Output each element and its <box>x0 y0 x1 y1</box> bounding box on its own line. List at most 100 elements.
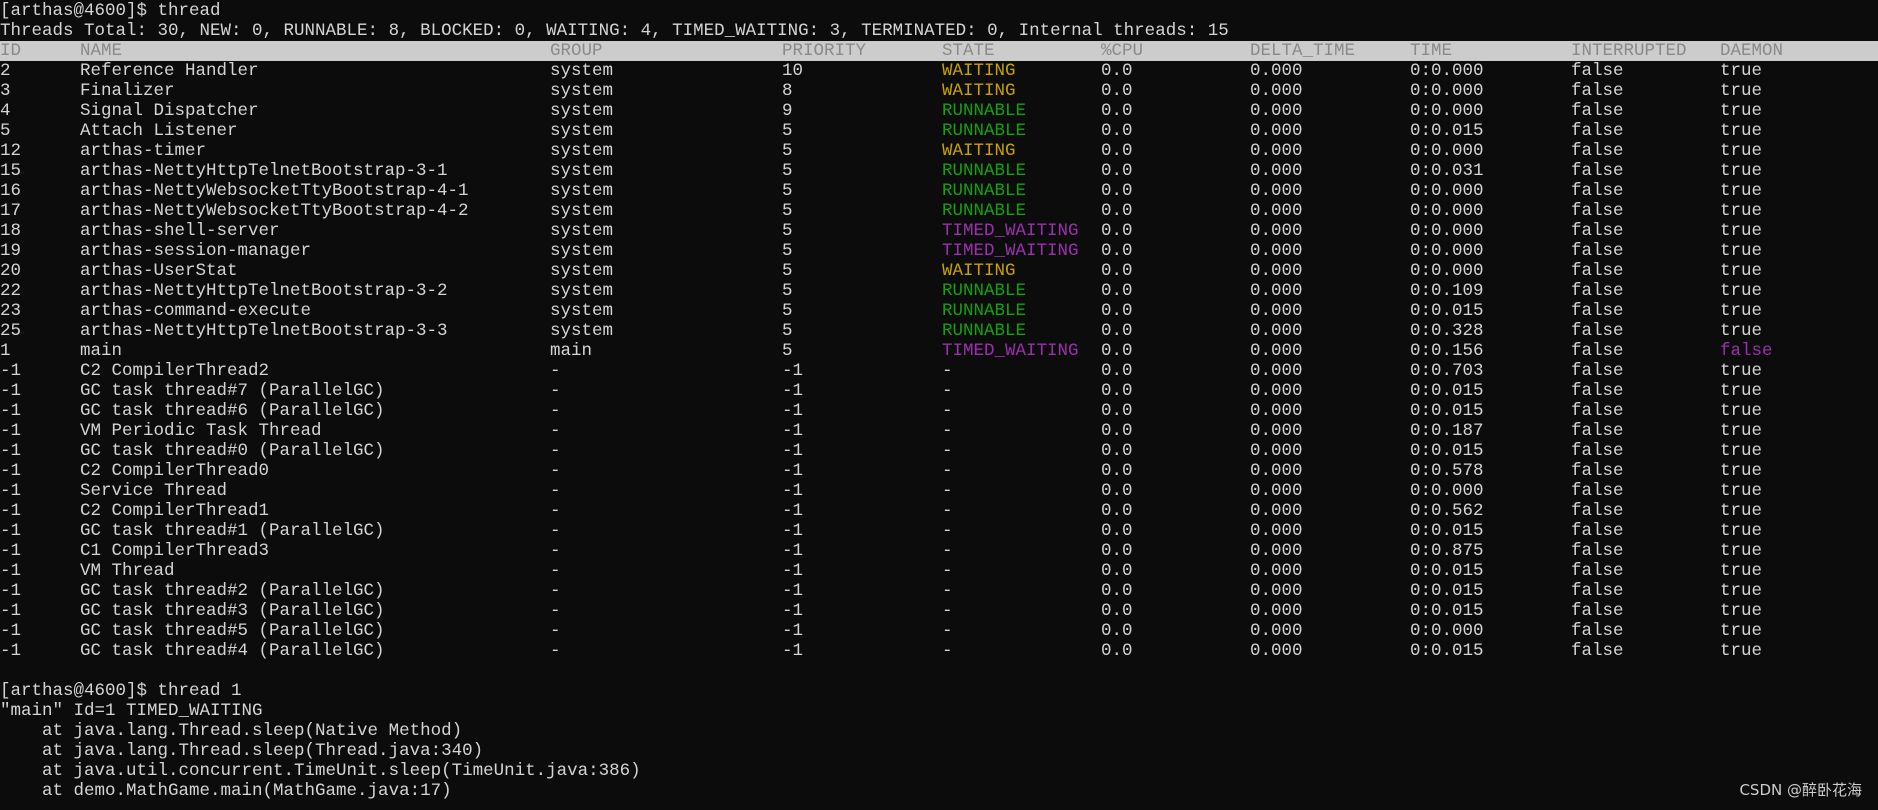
cell-state: RUNNABLE <box>942 301 1027 321</box>
table-row: -1 GC task thread#0 (ParallelGC) - -1 - 0.0 0.… <box>0 441 1878 461</box>
cell-daemon: true <box>1720 381 1763 401</box>
cell-priority: -1 <box>782 521 804 541</box>
cell-name: arthas-NettyHttpTelnetBootstrap-3-3 <box>80 321 448 341</box>
table-row: -1 VM Thread - -1 - 0.0 0.000 0:0.015 false true <box>0 561 1878 581</box>
cell-id: -1 <box>0 461 22 481</box>
cell-name: GC task thread#4 (ParallelGC) <box>80 641 385 661</box>
cell-daemon: true <box>1720 541 1763 561</box>
cell-state: - <box>942 421 953 441</box>
cell-interrupted: false <box>1571 581 1624 601</box>
cell-interrupted: false <box>1571 221 1624 241</box>
cell-time: 0:0.875 <box>1410 541 1484 561</box>
stack-frame: at demo.MathGame.main(MathGame.java:17) <box>0 781 452 801</box>
cell-id: -1 <box>0 601 22 621</box>
cell-group: - <box>550 361 561 381</box>
cell-cpu: 0.0 <box>1101 201 1133 221</box>
cell-group: system <box>550 281 614 301</box>
cell-daemon: true <box>1720 241 1763 261</box>
cell-group: - <box>550 421 561 441</box>
cell-daemon: true <box>1720 321 1763 341</box>
cell-priority: -1 <box>782 461 804 481</box>
cell-daemon: true <box>1720 601 1763 621</box>
cell-daemon: true <box>1720 501 1763 521</box>
cell-priority: -1 <box>782 561 804 581</box>
cell-daemon: true <box>1720 301 1763 321</box>
cell-cpu: 0.0 <box>1101 481 1133 501</box>
threads-summary: Threads Total: 30, NEW: 0, RUNNABLE: 8, … <box>0 21 1229 41</box>
cell-priority: 9 <box>782 101 793 121</box>
cell-priority: -1 <box>782 541 804 561</box>
cell-id: -1 <box>0 421 22 441</box>
table-row: -1 GC task thread#5 (ParallelGC) - -1 - 0.0 0.… <box>0 621 1878 641</box>
cell-cpu: 0.0 <box>1101 361 1133 381</box>
cell-cpu: 0.0 <box>1101 321 1133 341</box>
table-row: -1 GC task thread#4 (ParallelGC) - -1 - 0.0 0.… <box>0 641 1878 661</box>
cell-cpu: 0.0 <box>1101 221 1133 241</box>
cell-name: GC task thread#3 (ParallelGC) <box>80 601 385 621</box>
cell-state: RUNNABLE <box>942 321 1027 341</box>
cell-daemon: true <box>1720 461 1763 481</box>
cell-id: 5 <box>0 121 11 141</box>
cell-group: system <box>550 181 614 201</box>
cell-priority: -1 <box>782 381 804 401</box>
cell-state: TIMED_WAITING <box>942 221 1079 241</box>
cell-group: system <box>550 81 614 101</box>
cell-state: WAITING <box>942 61 1016 81</box>
cell-cpu: 0.0 <box>1101 141 1133 161</box>
cell-group: - <box>550 461 561 481</box>
table-row: -1 C2 CompilerThread2 - -1 - 0.0 0.000 0:0.703 f… <box>0 361 1878 381</box>
cell-cpu: 0.0 <box>1101 301 1133 321</box>
cell-daemon: true <box>1720 261 1763 281</box>
cell-delta-time: 0.000 <box>1250 321 1303 341</box>
cell-id: -1 <box>0 441 22 461</box>
cell-state: - <box>942 621 953 641</box>
cell-interrupted: false <box>1571 61 1624 81</box>
cell-id: 25 <box>0 321 22 341</box>
cell-delta-time: 0.000 <box>1250 181 1303 201</box>
cell-interrupted: false <box>1571 241 1624 261</box>
cell-daemon: true <box>1720 401 1763 421</box>
cell-cpu: 0.0 <box>1101 281 1133 301</box>
cell-time: 0:0.703 <box>1410 361 1484 381</box>
stack-header: "main" Id=1 TIMED_WAITING <box>0 701 263 721</box>
cell-name: arthas-command-execute <box>80 301 312 321</box>
cell-time: 0:0.000 <box>1410 201 1484 221</box>
cell-group: system <box>550 241 614 261</box>
cell-delta-time: 0.000 <box>1250 141 1303 161</box>
cell-time: 0:0.015 <box>1410 121 1484 141</box>
table-row: 16 arthas-NettyWebsocketTtyBootstrap-4-1 s… <box>0 181 1878 201</box>
cell-id: -1 <box>0 381 22 401</box>
cell-daemon: true <box>1720 61 1763 81</box>
cell-daemon: true <box>1720 581 1763 601</box>
cell-cpu: 0.0 <box>1101 641 1133 661</box>
cell-cpu: 0.0 <box>1101 121 1133 141</box>
cell-state: - <box>942 601 953 621</box>
cell-state: - <box>942 381 953 401</box>
cell-name: arthas-NettyWebsocketTtyBootstrap-4-1 <box>80 181 469 201</box>
cell-delta-time: 0.000 <box>1250 601 1303 621</box>
cell-interrupted: false <box>1571 301 1624 321</box>
table-row: -1 C2 CompilerThread0 - -1 - 0.0 0.000 0:0.578 f… <box>0 461 1878 481</box>
cell-interrupted: false <box>1571 281 1624 301</box>
cell-state: RUNNABLE <box>942 161 1027 181</box>
cell-id: -1 <box>0 641 22 661</box>
cell-daemon: true <box>1720 641 1763 661</box>
cell-name: main <box>80 341 123 361</box>
cell-interrupted: false <box>1571 641 1624 661</box>
cell-daemon: true <box>1720 441 1763 461</box>
cell-time: 0:0.000 <box>1410 621 1484 641</box>
cell-time: 0:0.015 <box>1410 401 1484 421</box>
cell-group: - <box>550 641 561 661</box>
cell-id: 23 <box>0 301 22 321</box>
header-interrupted: INTERRUPTED <box>1571 41 1687 61</box>
cell-id: -1 <box>0 481 22 501</box>
cell-interrupted: false <box>1571 381 1624 401</box>
cell-state: RUNNABLE <box>942 201 1027 221</box>
table-row: 25 arthas-NettyHttpTelnetBootstrap-3-3 sys… <box>0 321 1878 341</box>
cell-time: 0:0.000 <box>1410 81 1484 101</box>
cell-cpu: 0.0 <box>1101 81 1133 101</box>
header-delta-time: DELTA_TIME <box>1250 41 1356 61</box>
cell-daemon: true <box>1720 101 1763 121</box>
cell-cpu: 0.0 <box>1101 621 1133 641</box>
cell-cpu: 0.0 <box>1101 581 1133 601</box>
